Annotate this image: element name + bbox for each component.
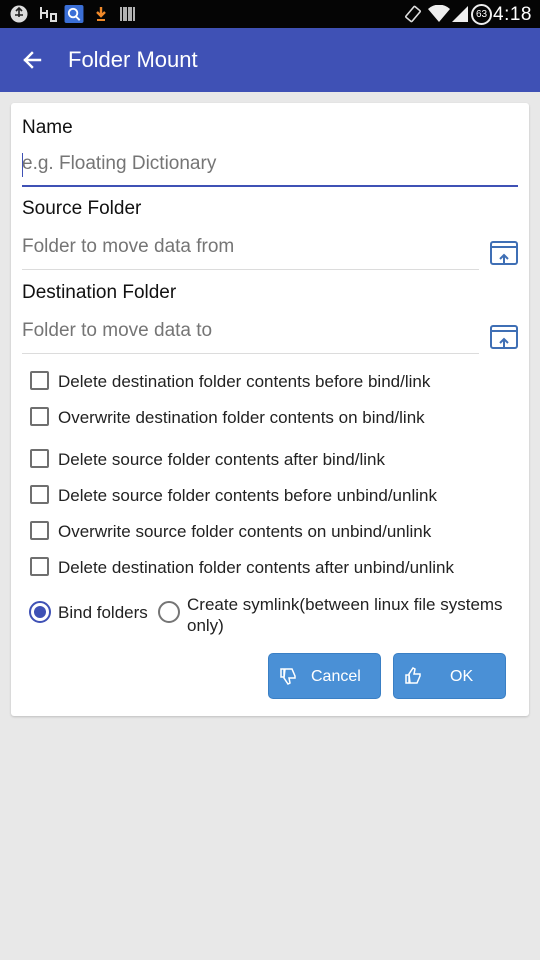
checkbox-delete-dest-after-unbind[interactable]: [30, 557, 49, 576]
barcode-icon: [120, 7, 135, 21]
source-folder-input[interactable]: [22, 233, 477, 261]
status-bar: 63 4:18: [0, 0, 540, 28]
option-label: Delete source folder contents before unb…: [58, 486, 437, 505]
checkbox-delete-source-after-bind[interactable]: [30, 449, 49, 468]
clock: 4:18: [493, 4, 532, 25]
arrow-back-icon[interactable]: [20, 48, 44, 72]
rotate-icon: [405, 5, 421, 23]
page-title: Folder Mount: [68, 47, 198, 72]
name-label: Name: [22, 117, 73, 138]
signal-icon: [452, 6, 468, 22]
usb-icon: [10, 5, 28, 23]
name-input-underline: [22, 185, 518, 187]
search-notify-icon: [64, 5, 84, 23]
source-folder-underline: [22, 269, 479, 270]
checkbox-delete-source-before-unbind[interactable]: [30, 485, 49, 504]
wifi-icon: [428, 5, 450, 22]
ok-label: OK: [450, 668, 474, 685]
folder-picker-icon[interactable]: [489, 239, 519, 269]
destination-folder-input[interactable]: [22, 317, 477, 345]
radio-label-bind-folders: Bind folders: [58, 603, 148, 622]
folder-picker-icon[interactable]: [489, 323, 519, 353]
radio-create-symlink[interactable]: [158, 601, 180, 623]
battery-level: 63: [475, 9, 488, 20]
checkbox-overwrite-source-on-unbind[interactable]: [30, 521, 49, 540]
thumbs-down-icon: [280, 668, 296, 685]
battery-icon: 63: [471, 4, 492, 25]
cancel-button[interactable]: Cancel: [268, 653, 381, 699]
option-label: Delete destination folder contents befor…: [58, 372, 431, 391]
app-bar: Folder Mount: [0, 28, 540, 92]
source-folder-label: Source Folder: [22, 198, 142, 219]
checkbox-delete-dest-before-bind[interactable]: [30, 371, 49, 390]
option-label: Delete source folder contents after bind…: [58, 450, 385, 469]
download-icon: [96, 7, 106, 21]
cancel-label: Cancel: [311, 668, 361, 685]
option-label: Delete destination folder contents after…: [58, 558, 454, 577]
usb-debug-icon: [40, 7, 57, 22]
radio-bind-folders[interactable]: [29, 601, 51, 623]
name-input[interactable]: [22, 150, 517, 178]
thumbs-up-icon: [405, 667, 421, 684]
checkbox-overwrite-dest-on-bind[interactable]: [30, 407, 49, 426]
option-label: Overwrite destination folder contents on…: [58, 408, 425, 427]
radio-label-create-symlink: Create symlink(between linux file system…: [187, 595, 503, 635]
option-label: Overwrite source folder contents on unbi…: [58, 522, 432, 541]
destination-folder-underline: [22, 353, 479, 354]
ok-button[interactable]: OK: [393, 653, 506, 699]
destination-folder-label: Destination Folder: [22, 282, 177, 303]
folder-mount-form: Name Source Folder Destination Folder De…: [11, 103, 529, 716]
